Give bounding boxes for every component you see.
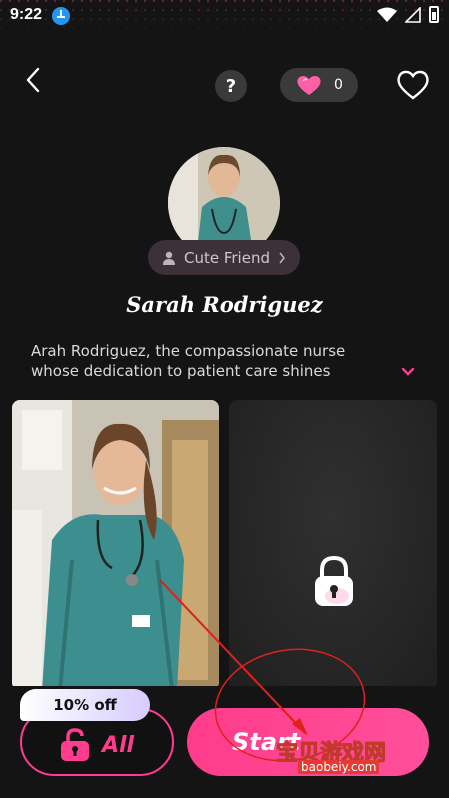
unlock-icon: [60, 728, 89, 761]
unlock-all-label: All: [101, 732, 135, 758]
status-icons: [377, 6, 439, 23]
relation-label: Cute Friend: [184, 248, 270, 267]
locked-photo-card[interactable]: [229, 400, 437, 690]
favorite-heart-icon[interactable]: [396, 68, 430, 102]
download-icon: [52, 7, 70, 25]
signal-icon: [405, 6, 421, 23]
lock-icon: [315, 556, 353, 606]
character-photo[interactable]: [12, 400, 219, 690]
back-icon[interactable]: [22, 66, 44, 94]
heart-icon: [297, 76, 321, 95]
nurse-photo-image: [12, 400, 219, 690]
chevron-right-icon: [279, 252, 285, 263]
character-name: Sarah Rodriguez: [126, 292, 323, 317]
wifi-icon: [377, 7, 397, 22]
person-icon: [163, 251, 175, 265]
heart-balance-button[interactable]: 0: [280, 68, 358, 102]
help-button[interactable]: ?: [215, 70, 247, 102]
heart-count: 0: [334, 77, 343, 93]
help-icon: ?: [225, 75, 237, 97]
relation-tag-button[interactable]: Cute Friend: [148, 240, 300, 275]
status-time: 9:22: [10, 6, 43, 23]
character-description: Arah Rodriguez, the compassionate nurse …: [31, 342, 346, 380]
watermark-url: baobeiy.com: [298, 760, 380, 774]
discount-badge: 10% off: [20, 689, 150, 721]
status-bar: 9:22: [0, 0, 449, 34]
chevron-down-icon[interactable]: [400, 366, 416, 378]
battery-icon: [429, 6, 439, 23]
